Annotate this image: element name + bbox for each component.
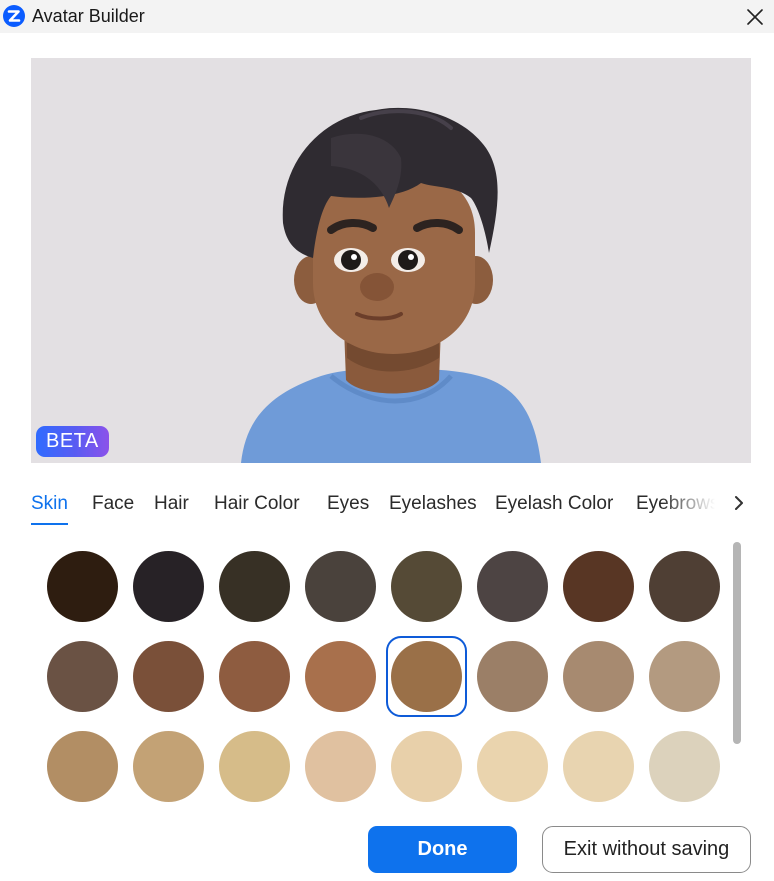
skin-tone-swatch[interactable]	[649, 641, 720, 712]
skin-tone-swatch[interactable]	[477, 731, 548, 802]
close-button[interactable]	[742, 4, 768, 30]
skin-tone-swatch[interactable]	[219, 731, 290, 802]
tab-eyelash-color[interactable]: Eyelash Color	[495, 493, 613, 515]
title-bar: Avatar Builder	[0, 0, 774, 33]
skin-tone-swatch[interactable]	[133, 731, 204, 802]
chevron-right-icon	[735, 496, 743, 510]
skin-tone-swatch[interactable]	[47, 731, 118, 802]
skin-tone-swatch[interactable]	[563, 731, 634, 802]
skin-tone-swatch[interactable]	[386, 636, 467, 717]
tab-eyes[interactable]: Eyes	[327, 493, 369, 515]
skin-tone-swatch[interactable]	[563, 641, 634, 712]
skin-tone-grid	[31, 540, 731, 808]
skin-tone-swatch[interactable]	[219, 641, 290, 712]
skin-tone-swatch[interactable]	[219, 551, 290, 622]
tab-face[interactable]: Face	[92, 493, 134, 515]
swatch-scrollbar[interactable]	[731, 540, 743, 808]
window-title: Avatar Builder	[32, 6, 145, 26]
skin-tone-swatch[interactable]	[305, 641, 376, 712]
tab-hair-color[interactable]: Hair Color	[214, 493, 300, 515]
avatar-preview: BETA	[31, 58, 751, 463]
skin-tone-swatch[interactable]	[391, 551, 462, 622]
skin-tone-swatch[interactable]	[47, 551, 118, 622]
done-button[interactable]: Done	[368, 826, 517, 873]
scrollbar-thumb[interactable]	[733, 542, 741, 744]
skin-tone-swatch[interactable]	[133, 551, 204, 622]
skin-tone-swatch[interactable]	[477, 641, 548, 712]
tab-eyelashes[interactable]: Eyelashes	[389, 493, 477, 515]
skin-tone-swatch[interactable]	[563, 551, 634, 622]
tabs-fade	[661, 485, 721, 527]
exit-without-saving-button[interactable]: Exit without saving	[542, 826, 751, 873]
skin-tone-swatch[interactable]	[305, 731, 376, 802]
tab-skin[interactable]: Skin	[31, 493, 68, 515]
zoom-z-icon	[3, 5, 25, 27]
skin-tone-swatch[interactable]	[391, 731, 462, 802]
avatar-illustration	[241, 107, 541, 463]
skin-tone-swatch[interactable]	[305, 551, 376, 622]
beta-badge: BETA	[36, 426, 109, 457]
skin-tone-swatch[interactable]	[47, 641, 118, 712]
active-tab-indicator	[31, 523, 68, 525]
skin-tone-swatch[interactable]	[649, 551, 720, 622]
tab-hair[interactable]: Hair	[154, 493, 189, 515]
close-icon	[747, 9, 763, 25]
category-tabs: Skin Face Hair Hair Color Eyes Eyelashes…	[31, 485, 721, 527]
skin-tone-swatch[interactable]	[133, 641, 204, 712]
tabs-next-button[interactable]	[729, 490, 749, 516]
skin-tone-swatch[interactable]	[649, 731, 720, 802]
skin-tone-swatch[interactable]	[477, 551, 548, 622]
